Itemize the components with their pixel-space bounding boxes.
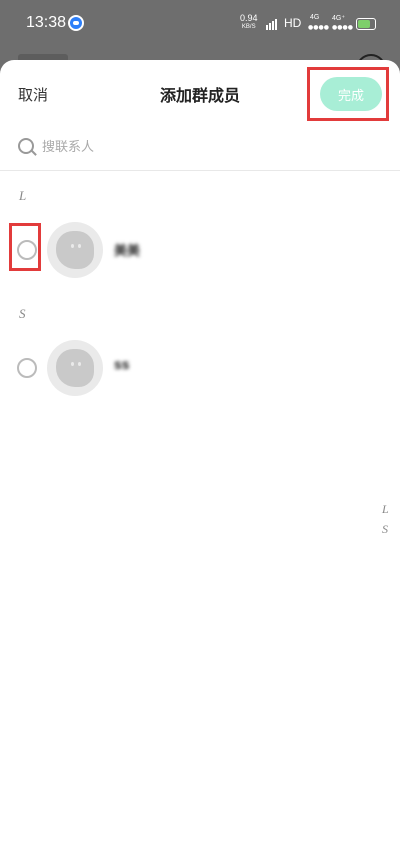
select-radio[interactable] [17,358,37,378]
wifi-signal-icon [266,18,280,30]
search-icon [18,138,34,154]
network-speed-unit: KB/S [241,24,256,30]
section-letter-l: L [19,188,27,203]
contact-name: ss [114,358,130,373]
status-time: 13:38 [26,14,67,31]
index-letter-l[interactable]: L [382,502,389,517]
network-type-1: 4G [310,14,320,21]
contact-row[interactable]: 美美 [0,220,400,280]
contact-row[interactable]: ss [0,338,400,398]
section-letter-s: S [19,306,26,321]
cell-signal-icon: ●●●● [308,24,329,31]
index-letter-s[interactable]: S [382,522,388,537]
network-speed-value: 0.94 [240,13,258,23]
app-notification-icon [68,15,84,31]
network-speed: 0.94 KB/S [240,14,258,32]
search-input[interactable] [40,136,244,158]
battery-icon [356,18,376,30]
cell-signal-2-icon: ●●●● [332,24,353,31]
network-type-2: 4G⁺ [332,15,346,22]
divider [0,170,400,171]
avatar [47,340,103,396]
radio-highlight [9,223,41,271]
add-group-member-sheet: 取消 添加群成员 完成 L 美美 S ss L S [0,60,400,867]
done-button[interactable]: 完成 [320,77,382,111]
status-bar: 13:38 0.94 KB/S HD 4G ●●●● 4G⁺ ●●●● [0,0,400,48]
hd-label: HD [284,16,302,30]
contact-name: 美美 [114,244,141,259]
avatar [47,222,103,278]
